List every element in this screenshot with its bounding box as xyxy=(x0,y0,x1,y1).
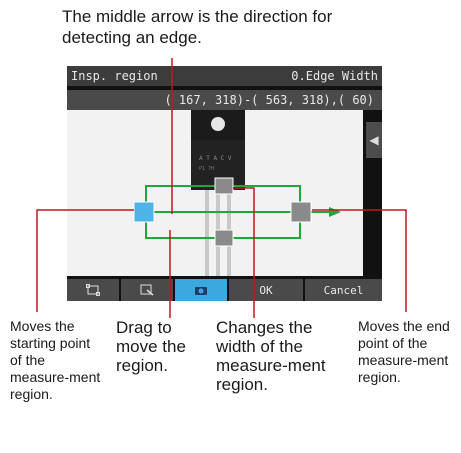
image-viewer[interactable]: A T A C V P1 7H xyxy=(67,104,363,276)
zoom-button[interactable] xyxy=(121,279,173,301)
cancel-button[interactable]: Cancel xyxy=(305,279,382,301)
callout-width: Changes the width of the measure-ment re… xyxy=(216,318,326,394)
svg-text:A T A C V: A T A C V xyxy=(199,155,232,162)
start-handle xyxy=(133,201,155,223)
title-right: 0.Edge Width xyxy=(291,69,378,83)
ok-button[interactable]: OK xyxy=(229,279,303,301)
viewer-canvas: A T A C V P1 7H xyxy=(133,104,341,276)
callout-end-point: Moves the end point of the measure-ment … xyxy=(358,318,450,385)
end-handle xyxy=(290,201,312,223)
camera-icon xyxy=(195,287,207,295)
width-handle-top xyxy=(214,177,234,195)
title-bar: Insp. region 0.Edge Width xyxy=(67,66,382,86)
coordinate-readout: ( 167, 318)-( 563, 318),( 60) xyxy=(67,90,382,110)
frame-button[interactable] xyxy=(67,279,119,301)
chevron-left-icon: ◀ xyxy=(369,133,379,147)
side-panel-toggle-button[interactable]: ◀ xyxy=(366,122,382,158)
svg-text:P1 7H: P1 7H xyxy=(199,166,214,172)
callout-start-point: Moves the starting point of the measure-… xyxy=(10,318,101,402)
toolbar: OK Cancel xyxy=(67,279,382,301)
title-left: Insp. region xyxy=(71,69,158,83)
camera-button[interactable] xyxy=(175,279,227,301)
frame-icon xyxy=(86,284,100,296)
edge-direction-note: The middle arrow is the direction for de… xyxy=(62,7,333,47)
zoom-icon xyxy=(140,284,154,296)
width-handle-bottom xyxy=(214,229,234,247)
callout-drag-region: Drag to move the region. xyxy=(116,318,186,375)
camera-screen: Insp. region 0.Edge Width ( 167, 318)-( … xyxy=(67,66,382,301)
lead-left xyxy=(205,190,209,276)
